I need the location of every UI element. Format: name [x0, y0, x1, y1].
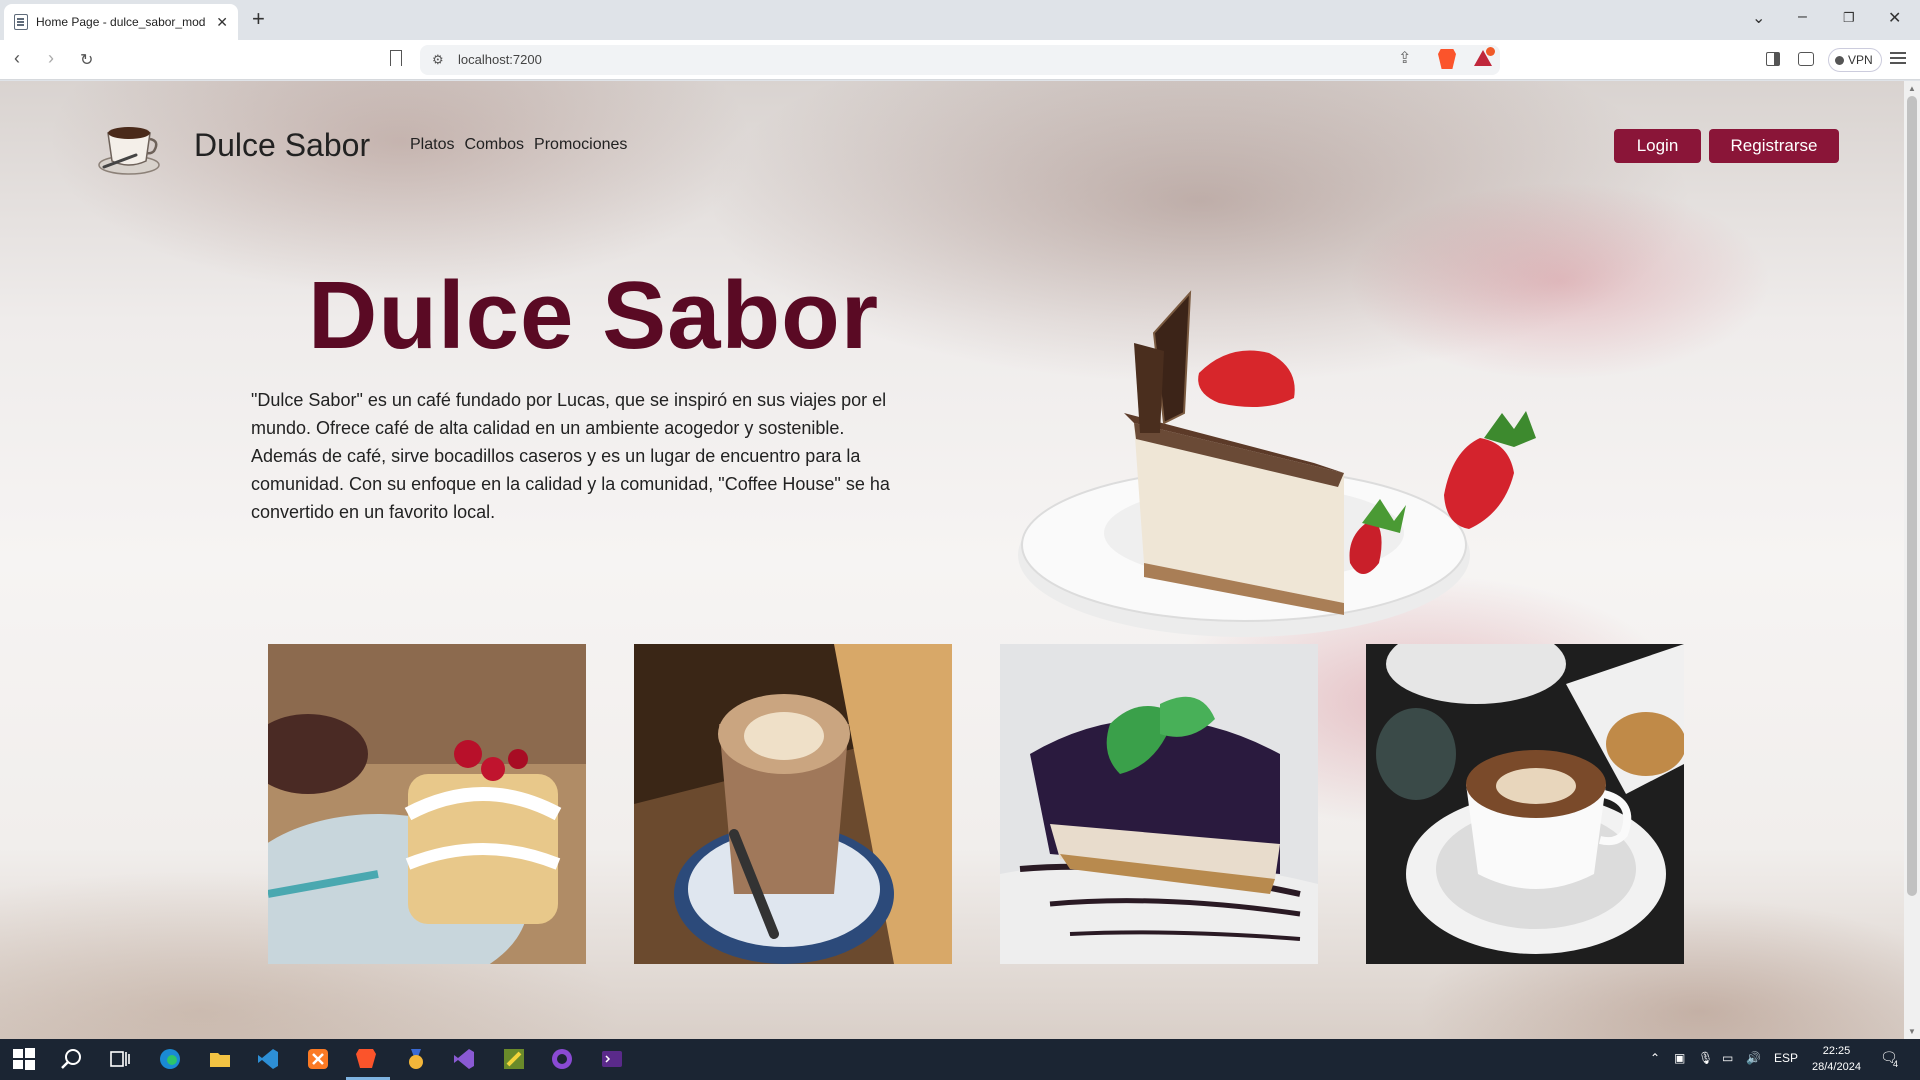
gallery-image-blueberry-cake[interactable]	[1000, 644, 1318, 964]
hero-description: "Dulce Sabor" es un café fundado por Luc…	[251, 390, 890, 522]
vpn-status-icon	[1835, 55, 1844, 65]
edge-icon[interactable]	[158, 1047, 182, 1071]
browser-tab-bar: Home Page - dulce_sabor_mod ✕ + ⌄ – ❐ ✕	[0, 0, 1920, 40]
volume-icon[interactable]: 🔊	[1746, 1051, 1761, 1065]
clock[interactable]: 22:25 28/4/2024	[1812, 1043, 1861, 1075]
wallet-icon[interactable]	[1798, 52, 1814, 66]
search-icon[interactable]	[60, 1047, 84, 1071]
main-nav: Platos Combos Promociones	[410, 136, 627, 154]
nav-link-combos[interactable]: Combos	[464, 136, 524, 154]
restore-icon[interactable]: ❐	[1843, 10, 1855, 26]
scroll-down-icon[interactable]: ▼	[1908, 1027, 1916, 1036]
bookmark-icon[interactable]	[390, 50, 402, 66]
browser-toolbar: ‹ › ↻ ⚙ localhost:7200 ⇪ VPN	[0, 40, 1920, 80]
clock-date: 28/4/2024	[1812, 1061, 1861, 1073]
reload-icon[interactable]: ↻	[80, 50, 93, 70]
github-desktop-icon[interactable]	[550, 1047, 574, 1071]
register-button[interactable]: Registrarse	[1709, 129, 1839, 163]
file-explorer-icon[interactable]	[208, 1047, 232, 1071]
xampp-icon[interactable]	[306, 1047, 330, 1071]
login-button[interactable]: Login	[1614, 129, 1701, 163]
gallery-image-latte-glass[interactable]	[634, 644, 952, 964]
rewards-badge	[1486, 47, 1495, 56]
url-text: localhost:7200	[458, 52, 542, 67]
nav-link-platos[interactable]: Platos	[410, 136, 454, 154]
coffee-cup-logo[interactable]	[96, 117, 162, 177]
minimize-icon[interactable]: –	[1798, 8, 1807, 26]
close-window-icon[interactable]: ✕	[1888, 8, 1901, 28]
vpn-label: VPN	[1848, 53, 1873, 67]
windows-start-icon[interactable]	[12, 1047, 36, 1071]
notification-count: 4	[1893, 1059, 1899, 1069]
cheesecake-image	[1018, 290, 1536, 637]
tray-app-icon[interactable]: ▣	[1674, 1051, 1685, 1065]
browser-menu-icon[interactable]	[1890, 52, 1906, 54]
tab-search-chevron-icon[interactable]: ⌄	[1752, 8, 1765, 28]
browser-tab[interactable]: Home Page - dulce_sabor_mod ✕	[4, 4, 238, 40]
address-bar[interactable]: ⚙ localhost:7200	[420, 45, 1500, 75]
gallery-image-pastry[interactable]	[268, 644, 586, 964]
clock-time: 22:25	[1822, 1045, 1851, 1057]
forward-icon[interactable]: ›	[48, 48, 54, 69]
page-favicon-icon	[14, 14, 28, 30]
vpn-button[interactable]: VPN	[1828, 48, 1882, 72]
taskbar: ⌃ ▣ 🎙 ▭ 🔊 ESP 22:25 28/4/2024 🗨 4	[0, 1039, 1920, 1080]
scroll-thumb[interactable]	[1907, 96, 1917, 896]
close-tab-icon[interactable]: ✕	[216, 14, 228, 31]
hero-title: Dulce Sabor	[308, 262, 880, 369]
sidebar-toggle-icon[interactable]	[1766, 52, 1780, 66]
site-settings-icon[interactable]: ⚙	[432, 52, 444, 68]
scroll-up-icon[interactable]: ▲	[1908, 84, 1916, 93]
tray-overflow-chevron-icon[interactable]: ⌃	[1650, 1051, 1660, 1065]
tab-title: Home Page - dulce_sabor_mod	[36, 15, 206, 29]
new-tab-icon[interactable]: +	[252, 8, 265, 30]
gallery	[268, 644, 1684, 964]
language-indicator[interactable]: ESP	[1774, 1051, 1798, 1065]
nav-link-promociones[interactable]: Promociones	[534, 136, 627, 154]
network-icon[interactable]: ▭	[1722, 1051, 1733, 1065]
web-page: Dulce Sabor Platos Combos Promociones Lo…	[0, 81, 1904, 1039]
brave-browser-icon[interactable]	[354, 1047, 378, 1071]
task-view-icon[interactable]	[108, 1047, 132, 1071]
share-icon[interactable]: ⇪	[1398, 48, 1411, 68]
visual-studio-icon[interactable]	[452, 1047, 476, 1071]
terminal-icon[interactable]	[600, 1047, 624, 1071]
microphone-icon[interactable]: 🎙	[1698, 1051, 1713, 1065]
back-icon[interactable]: ‹	[14, 48, 20, 69]
vscode-icon[interactable]	[256, 1047, 280, 1071]
medal-app-icon[interactable]	[404, 1047, 428, 1071]
sublime-paint-icon[interactable]	[502, 1047, 526, 1071]
brand-name[interactable]: Dulce Sabor	[194, 127, 370, 164]
gallery-image-cappuccino-cup[interactable]	[1366, 644, 1684, 964]
